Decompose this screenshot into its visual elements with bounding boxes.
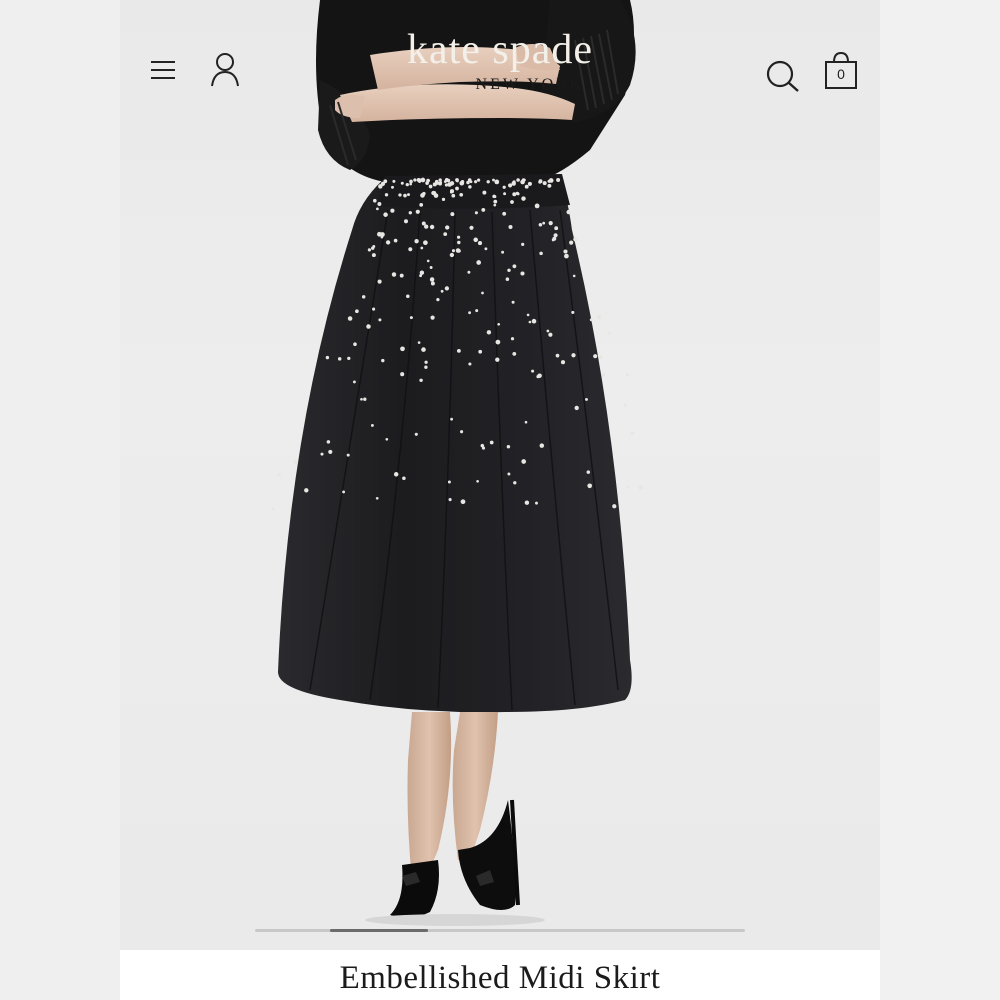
shopping-bag-icon[interactable]: 0 (822, 50, 860, 92)
product-image-gallery[interactable] (120, 0, 880, 950)
brand-logo[interactable]: kate spade NEW YORK (380, 26, 620, 94)
hamburger-menu-icon[interactable] (148, 58, 178, 82)
left-margin (0, 0, 120, 1000)
user-account-icon[interactable] (208, 50, 242, 90)
right-margin (880, 0, 1000, 1000)
bag-count-badge: 0 (837, 66, 845, 82)
search-icon[interactable] (764, 58, 802, 94)
product-photo (271, 0, 643, 926)
product-info: Embellished Midi Skirt (120, 950, 880, 1000)
gallery-scroll-thumb[interactable] (330, 929, 428, 932)
brand-name: kate spade (406, 27, 594, 73)
product-title: Embellished Midi Skirt (339, 960, 661, 996)
product-page: kate spade NEW YORK 0 Embellished Midi S… (0, 0, 1000, 1000)
gallery-scroll-track[interactable] (255, 929, 745, 932)
brand-sublabel: NEW YORK (475, 76, 585, 93)
